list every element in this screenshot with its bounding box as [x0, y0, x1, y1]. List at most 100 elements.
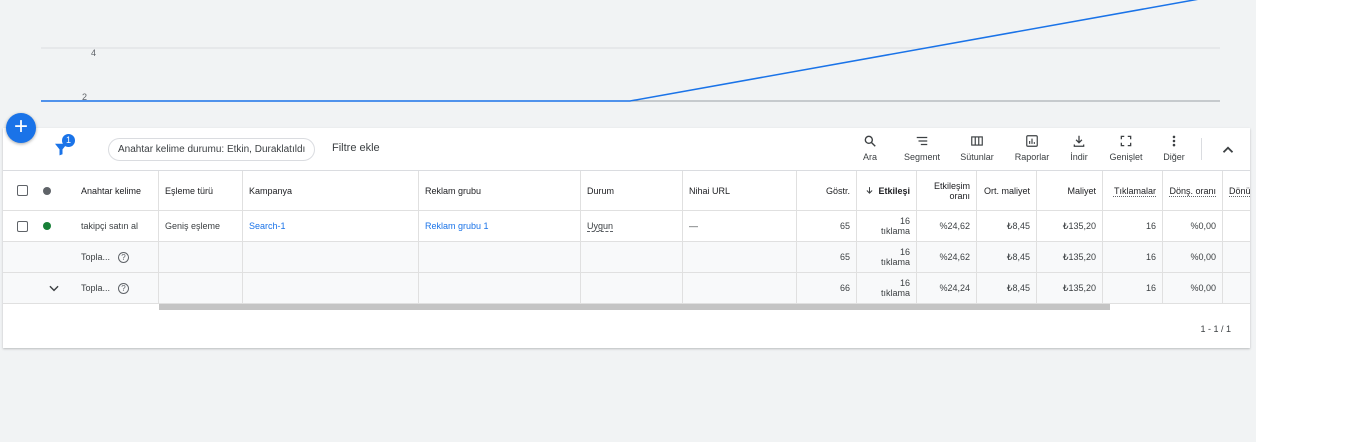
fullscreen-icon — [1106, 134, 1146, 150]
status-filter-chip[interactable]: Anahtar kelime durumu: Etkin, Duraklatıl… — [108, 138, 316, 161]
status-dot-header — [43, 171, 61, 210]
chevron-down-icon[interactable] — [47, 281, 61, 295]
help-icon[interactable]: ? — [118, 251, 130, 263]
horizontal-scrollbar[interactable] — [159, 304, 1110, 310]
interactions-unit: tıklama — [880, 288, 910, 298]
interactions-count: 16 — [899, 278, 910, 288]
campaign-cell: Search-1 — [243, 211, 419, 241]
filter-bar: 1 Anahtar kelime durumu: Etkin, Duraklat… — [3, 128, 1250, 171]
header-campaign[interactable]: Kampanya — [243, 171, 419, 210]
chevron-up-icon[interactable] — [1219, 141, 1237, 159]
conv-cell — [1223, 211, 1250, 241]
interaction-rate-cell: %24,62 — [917, 242, 977, 272]
table-row[interactable]: takipçi satın al Geniş eşleme Search-1 R… — [3, 211, 1250, 242]
conv-rate-cell: %0,00 — [1163, 242, 1223, 272]
empty-cell — [159, 273, 243, 303]
cost-cell: ₺135,20 — [1037, 273, 1103, 303]
expand-totals-cell — [47, 273, 67, 303]
toolbar-divider — [1201, 138, 1202, 160]
impressions-cell: 65 — [797, 242, 857, 272]
cost-cell: ₺135,20 — [1037, 242, 1103, 272]
y-tick-4: 4 — [91, 48, 97, 58]
interactions-unit: tıklama — [880, 226, 910, 236]
campaign-link[interactable]: Search-1 — [249, 221, 286, 231]
performance-chart: 4 2 — [0, 0, 1256, 128]
enabled-status-icon — [43, 222, 51, 230]
select-all-checkbox[interactable] — [17, 185, 28, 196]
columns-button[interactable]: Sütunlar — [956, 134, 998, 166]
interaction-rate-cell: %24,62 — [917, 211, 977, 241]
interactions-unit: tıklama — [880, 257, 910, 267]
add-filter-button[interactable]: Filtre ekle — [332, 142, 380, 154]
filter-count-badge: 1 — [62, 134, 75, 147]
header-conv-label: Dönü — [1229, 185, 1250, 196]
more-label: Diğer — [1163, 152, 1185, 162]
keywords-table-card: 1 Anahtar kelime durumu: Etkin, Duraklat… — [3, 128, 1250, 348]
row-checkbox[interactable] — [17, 220, 28, 232]
match-type-cell: Geniş eşleme — [159, 211, 243, 241]
keyword-cell[interactable]: takipçi satın al — [75, 211, 159, 241]
header-clicks[interactable]: Tıklamalar — [1103, 171, 1163, 210]
columns-icon — [956, 134, 998, 150]
empty-cell — [159, 242, 243, 272]
help-icon[interactable]: ? — [118, 282, 130, 294]
reports-button[interactable]: Raporlar — [1010, 134, 1054, 166]
total-label: Topla... — [81, 252, 111, 262]
empty-cell — [243, 273, 419, 303]
header-keyword[interactable]: Anahtar kelime — [75, 171, 159, 210]
conv-cell — [1223, 273, 1250, 303]
segment-label: Segment — [903, 152, 941, 162]
interactions-cell: 16 tıklama — [857, 273, 917, 303]
table-row: Topla... ? 66 16 tıklama %24,24 ₺8,45 ₺1… — [3, 273, 1250, 304]
expand-label: Genişlet — [1109, 152, 1143, 162]
pagination-info: 1 - 1 / 1 — [1200, 324, 1231, 334]
search-icon — [855, 134, 885, 150]
cost-cell: ₺135,20 — [1037, 211, 1103, 241]
ad-group-link[interactable]: Reklam grubu 1 — [425, 221, 489, 231]
status-value[interactable]: Uygun — [587, 221, 614, 232]
reports-label: Raporlar — [1014, 152, 1050, 162]
header-interactions[interactable]: Etkileşi — [857, 171, 917, 210]
segment-button[interactable]: Segment — [900, 134, 944, 166]
more-button[interactable]: Diğer — [1160, 134, 1188, 166]
clicks-cell: 16 — [1103, 242, 1163, 272]
empty-cell — [243, 242, 419, 272]
header-interaction-rate[interactable]: Etkileşim oranı — [917, 171, 977, 210]
series-line — [41, 0, 1199, 102]
empty-cell — [581, 273, 683, 303]
header-avg-cost[interactable]: Ort. maliyet — [977, 171, 1037, 210]
expand-button[interactable]: Genişlet — [1106, 134, 1146, 166]
header-status[interactable]: Durum — [581, 171, 683, 210]
header-final-url[interactable]: Nihai URL — [683, 171, 797, 210]
header-impressions[interactable]: Göstr. — [797, 171, 857, 210]
total-label-cell: Topla... ? — [75, 242, 159, 272]
clicks-cell: 16 — [1103, 211, 1163, 241]
status-dot-icon — [43, 186, 51, 195]
empty-cell — [683, 242, 797, 272]
header-ad-group[interactable]: Reklam grubu — [419, 171, 581, 210]
plus-icon: + — [13, 113, 28, 140]
download-button[interactable]: İndir — [1066, 134, 1092, 166]
select-all-cell — [17, 171, 37, 210]
search-label: Ara — [862, 152, 877, 162]
impressions-cell: 66 — [797, 273, 857, 303]
interactions-cell: 16 tıklama — [857, 211, 917, 241]
add-button[interactable]: + — [6, 113, 36, 143]
header-cost[interactable]: Maliyet — [1037, 171, 1103, 210]
header-conv-rate[interactable]: Dönş. oranı — [1163, 171, 1223, 210]
download-icon — [1066, 134, 1092, 150]
final-url-cell: — — [683, 211, 797, 241]
interactions-count: 16 — [899, 247, 910, 257]
header-match-type[interactable]: Eşleme türü — [159, 171, 243, 210]
interactions-cell: 16 tıklama — [857, 242, 917, 272]
header-interactions-label: Etkileşi — [878, 185, 910, 196]
interactions-count: 16 — [899, 216, 910, 226]
status-cell: Uygun — [581, 211, 683, 241]
columns-label: Sütunlar — [960, 152, 994, 162]
interaction-rate-cell: %24,24 — [917, 273, 977, 303]
empty-cell — [581, 242, 683, 272]
header-clicks-label: Tıklamalar — [1113, 185, 1156, 196]
search-button[interactable]: Ara — [855, 134, 885, 166]
empty-cell — [683, 273, 797, 303]
header-conv[interactable]: Dönü — [1223, 171, 1250, 210]
